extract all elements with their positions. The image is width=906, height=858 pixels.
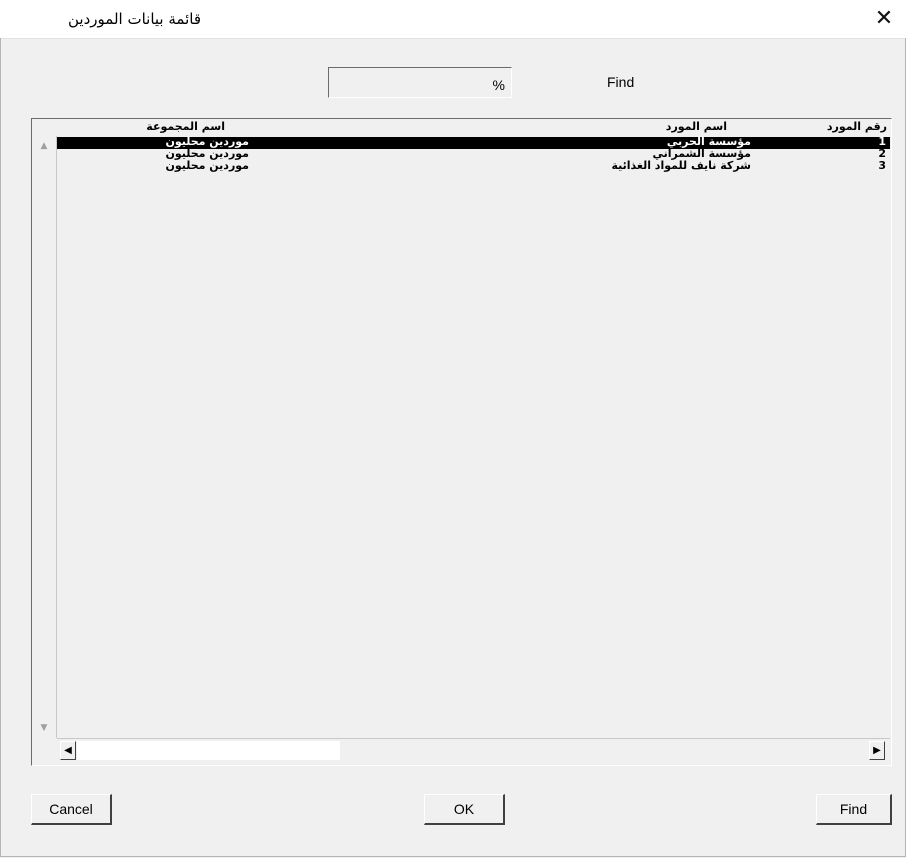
scroll-down-icon[interactable]: ▼ [32, 718, 56, 738]
find-button[interactable]: Find [816, 794, 892, 825]
close-icon[interactable]: ✕ [869, 6, 899, 32]
vertical-scrollbar[interactable]: ▲ ▼ [32, 136, 57, 738]
supplier-number-cell: 3 [878, 159, 886, 172]
scroll-thumb[interactable] [77, 741, 340, 760]
horizontal-scrollbar[interactable]: ◀ ▶ [57, 738, 890, 763]
scroll-right-icon[interactable]: ▶ [869, 741, 885, 760]
title-bar: قائمة بيانات الموردين ✕ [0, 0, 906, 39]
ok-button[interactable]: OK [424, 794, 505, 825]
supplier-name-cell: شركة نايف للمواد الغذائية [611, 159, 751, 172]
column-header-group-name[interactable]: اسم المجموعة [146, 120, 225, 135]
column-header-supplier-number[interactable]: رقم المورد [827, 120, 887, 135]
scroll-left-icon[interactable]: ◀ [60, 741, 76, 760]
suppliers-grid[interactable]: رقم المورد اسم المورد اسم المجموعة ▲ ▼ 1… [31, 118, 892, 766]
column-header-supplier-name[interactable]: اسم المورد [666, 120, 727, 135]
scroll-up-icon[interactable]: ▲ [32, 136, 56, 156]
table-row[interactable]: 3 شركة نايف للمواد الغذائية موردين محليون [57, 159, 890, 173]
window-title: قائمة بيانات الموردين [68, 10, 201, 28]
search-label: Find [607, 74, 635, 90]
group-name-cell: موردين محليون [165, 159, 249, 172]
search-input[interactable] [328, 67, 512, 98]
cancel-button[interactable]: Cancel [31, 794, 112, 825]
